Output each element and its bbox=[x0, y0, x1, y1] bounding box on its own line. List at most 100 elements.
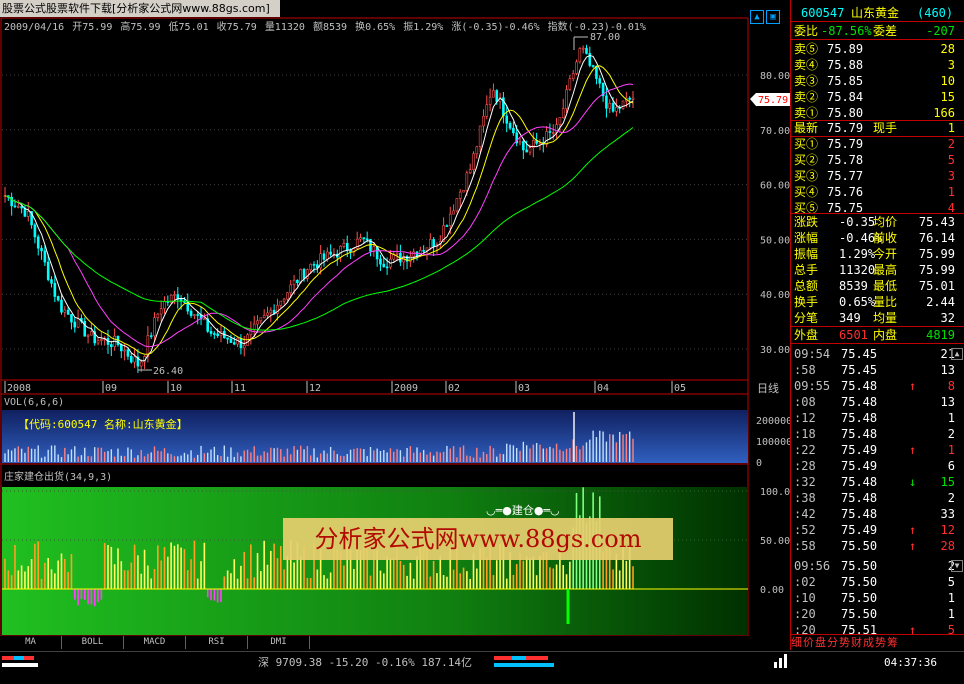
tick-price: 75.48 bbox=[841, 475, 878, 489]
outer-disk-value: 6501 bbox=[839, 328, 868, 342]
stat-label: 涨跌 bbox=[794, 215, 819, 229]
candle-body bbox=[492, 90, 495, 98]
scroll-down-icon[interactable]: ▼ bbox=[951, 560, 963, 572]
candle-body bbox=[342, 242, 346, 247]
price-tick-label: 40.00 bbox=[760, 290, 790, 301]
candle-body bbox=[329, 251, 332, 255]
stat-row: 涨幅 -0.46% 前收 76.14 bbox=[791, 230, 961, 246]
ma10-line bbox=[4, 65, 634, 355]
stat-row: 分笔 349 均量 32 bbox=[791, 310, 961, 326]
candle-body bbox=[422, 250, 425, 252]
stock-header: 600547 山东黄金 (460) bbox=[791, 5, 961, 21]
candle-body bbox=[282, 298, 286, 302]
tab-rsi[interactable]: RSI bbox=[186, 636, 248, 649]
candle-body bbox=[269, 309, 273, 314]
candle-body bbox=[465, 172, 469, 191]
candle-body bbox=[458, 191, 462, 199]
market-bars-icon bbox=[2, 656, 38, 667]
up-arrow-icon[interactable]: ▲ bbox=[750, 10, 764, 24]
infobar-amount: 额8539 bbox=[312, 22, 348, 33]
tick-row: :32 75.48 ↓ 15 bbox=[791, 474, 961, 490]
tick-time: :38 bbox=[794, 491, 816, 505]
candle-body bbox=[611, 103, 615, 112]
stat-value: 1.29% bbox=[839, 247, 876, 261]
stat-label: 总手 bbox=[794, 263, 819, 277]
toolbar-icons: ▲ ▣ bbox=[748, 4, 780, 24]
candle-body bbox=[482, 115, 485, 127]
candle-body bbox=[548, 131, 552, 133]
tick-row: :02 75.50 5 bbox=[791, 574, 961, 590]
candle-body bbox=[119, 344, 123, 352]
candle-body bbox=[302, 269, 306, 279]
tick-time: :58 bbox=[794, 539, 816, 553]
window-icon[interactable]: ▣ bbox=[766, 10, 780, 24]
quote-infobar: 2009/04/16 开75.99 高75.99 低75.01 收75.79 量… bbox=[4, 18, 648, 33]
sell-volume: 166 bbox=[933, 106, 955, 120]
candle-body bbox=[312, 264, 316, 266]
tick-volume: 2 bbox=[947, 491, 955, 505]
candle-body bbox=[139, 361, 143, 367]
candle-body bbox=[365, 238, 369, 241]
candle-body bbox=[189, 310, 193, 316]
candle-body bbox=[156, 313, 160, 318]
candle-body bbox=[159, 308, 163, 315]
candle-body bbox=[598, 78, 602, 84]
candle-body bbox=[512, 127, 515, 134]
price-tick-label: 50.00 bbox=[760, 235, 790, 246]
candle-body bbox=[518, 141, 522, 144]
stat-label-2: 最低 bbox=[873, 279, 898, 293]
date-label: 2009 bbox=[394, 383, 418, 394]
candle-body bbox=[286, 292, 289, 300]
infobar-close: 收75.79 bbox=[216, 22, 257, 33]
tick-row: :08 75.48 13 bbox=[791, 394, 961, 410]
tick-row: :20 75.50 1 bbox=[791, 606, 961, 622]
scroll-up-icon[interactable]: ▲ bbox=[951, 348, 963, 360]
tick-price: 75.48 bbox=[841, 411, 878, 425]
tick-arrow-icon: ↓ bbox=[909, 475, 917, 489]
buy-level-label: 买④ bbox=[794, 185, 819, 199]
tick-price: 75.50 bbox=[841, 539, 878, 553]
candle-body bbox=[359, 237, 362, 240]
stock-code: 600547 bbox=[801, 6, 845, 20]
candle-body bbox=[46, 261, 50, 280]
tick-row: 09:55 75.48 ↑ 8 bbox=[791, 378, 961, 394]
weicha-value: -207 bbox=[926, 24, 955, 38]
stat-label-2: 今开 bbox=[873, 247, 898, 261]
tick-volume: 1 bbox=[947, 411, 955, 425]
candle-body bbox=[508, 123, 512, 129]
tab-dmi[interactable]: DMI bbox=[248, 636, 310, 649]
stat-value-2: 76.14 bbox=[918, 231, 955, 245]
candle-body bbox=[472, 153, 475, 171]
tick-price: 75.49 bbox=[841, 443, 878, 457]
indicator-tick-label: 50.00 bbox=[760, 536, 790, 547]
tab-ma[interactable]: MA bbox=[0, 636, 62, 649]
candle-body bbox=[349, 249, 352, 253]
tick-volume: 1 bbox=[947, 443, 955, 457]
candle-body bbox=[558, 117, 562, 125]
weibi-row: 委比 -87.56% 委差 -207 bbox=[791, 23, 961, 39]
stat-label-2: 均量 bbox=[873, 311, 898, 325]
indicator-background bbox=[2, 487, 748, 635]
tick-arrow-icon: ↑ bbox=[909, 523, 917, 537]
candle-body bbox=[196, 314, 200, 316]
buy-price: 75.76 bbox=[827, 185, 864, 199]
infobar-open: 开75.99 bbox=[72, 22, 113, 33]
sell-level-label: 卖④ bbox=[794, 58, 819, 72]
stock-label: 【代码:600547 名称:山东黄金】 bbox=[18, 418, 188, 431]
stat-value-2: 75.01 bbox=[918, 279, 955, 293]
date-label: 05 bbox=[674, 383, 686, 394]
panel-tabs[interactable]: 细价盘分势财成势筹 bbox=[791, 634, 964, 650]
period-label: 日线 bbox=[757, 381, 779, 395]
tab-boll[interactable]: BOLL bbox=[62, 636, 124, 649]
infobar-turnover: 换0.65% bbox=[355, 22, 396, 33]
stock-name: 山东黄金 bbox=[851, 6, 900, 20]
candle-body bbox=[20, 206, 23, 209]
tick-arrow-icon: ↑ bbox=[909, 379, 917, 393]
watermark-banner: 分析家公式网www.88gs.com bbox=[283, 518, 673, 560]
tick-volume: 1 bbox=[947, 591, 955, 605]
low-marker-label: 26.40 bbox=[153, 366, 183, 377]
tab-macd[interactable]: MACD bbox=[124, 636, 186, 649]
candle-body bbox=[608, 103, 612, 109]
tick-time: :18 bbox=[794, 427, 816, 441]
candle-body bbox=[153, 317, 156, 337]
